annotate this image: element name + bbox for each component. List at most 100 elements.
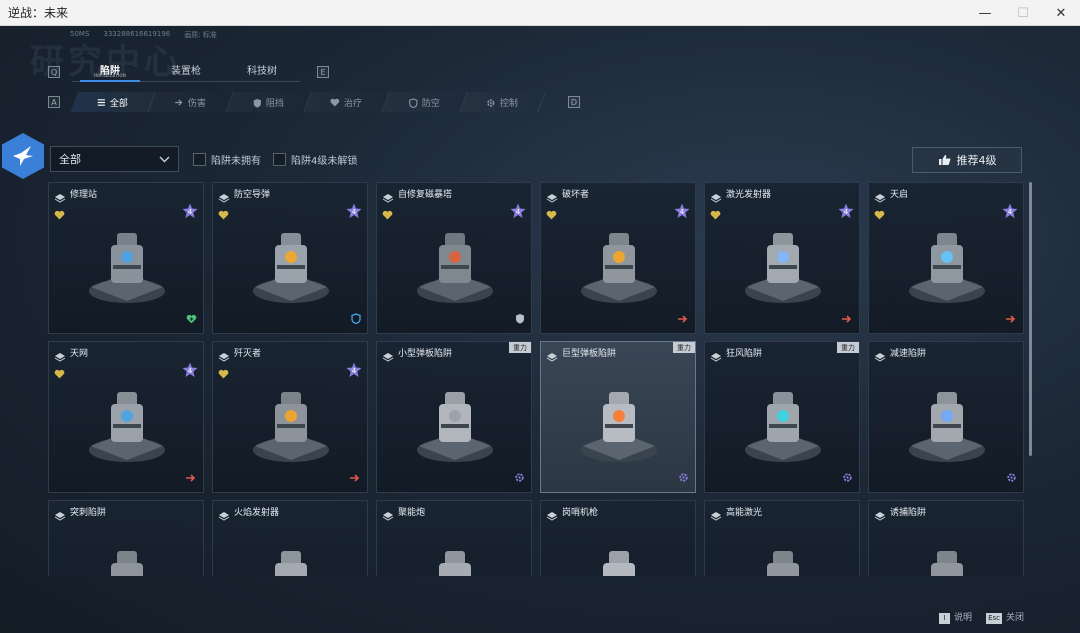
trap-artwork — [581, 392, 657, 462]
subtab-block-label: 阻挡 — [265, 98, 284, 109]
favorite-heart-icon — [54, 210, 65, 220]
level-star-number: 4 — [352, 208, 357, 216]
trap-card[interactable]: 小型弹板陷阱 重力 — [376, 341, 532, 493]
hint-info[interactable]: I 说明 — [939, 610, 972, 624]
trap-artwork — [581, 233, 657, 303]
trap-card[interactable]: 修理站 4 — [48, 182, 204, 334]
trap-type-icon — [710, 512, 722, 521]
gear-icon — [1007, 473, 1016, 482]
subtab-all[interactable]: 全部 — [70, 92, 156, 112]
trap-card[interactable]: 激光发射器 4 — [704, 182, 860, 334]
trap-card[interactable]: 破坏者 4 — [540, 182, 696, 334]
recommend-level4-button[interactable]: 推荐4级 — [912, 147, 1022, 173]
level-star-number: 4 — [188, 367, 193, 375]
subtab-damage[interactable]: 伤害 — [148, 92, 234, 112]
main-tabs: 陷阱 INSTALLATION 装置枪 科技树 — [72, 58, 300, 82]
bottom-hints: I 说明 Esc 关闭 — [939, 610, 1024, 624]
trap-name: 激光发射器 — [726, 190, 772, 200]
trap-type-icon — [54, 353, 66, 362]
trap-type-icon — [874, 194, 886, 203]
level-star-badge: 4 — [346, 203, 362, 223]
trap-card[interactable]: 岗哨机枪 — [540, 500, 696, 576]
trap-name: 高能激光 — [726, 508, 763, 518]
trap-type-icon — [54, 194, 66, 203]
trap-card[interactable]: 火焰发射器 — [212, 500, 368, 576]
dropdown-value: 全部 — [59, 153, 81, 166]
key-q-hint: Q — [48, 66, 60, 78]
trap-name: 诱捕陷阱 — [890, 508, 927, 518]
filter-level4-label: 陷阱4级未解锁 — [291, 156, 358, 167]
trap-card[interactable]: 狂风陷阱 重力 — [704, 341, 860, 493]
gear-icon — [515, 473, 524, 482]
level-star-badge: 4 — [346, 362, 362, 382]
level-star-number: 4 — [516, 208, 521, 216]
trap-card[interactable]: 歼灭者 4 — [212, 341, 368, 493]
gravity-tag: 重力 — [837, 342, 859, 353]
trap-name: 突刺陷阱 — [70, 508, 107, 518]
checkbox-level4-locked[interactable] — [273, 153, 286, 166]
hint-close-label: 关闭 — [1005, 613, 1024, 623]
tab-traps[interactable]: 陷阱 INSTALLATION — [72, 58, 148, 82]
hint-info-key: I — [939, 612, 951, 624]
trap-type-icon — [382, 512, 394, 521]
trap-type-icon — [218, 194, 230, 203]
heal-icon — [186, 314, 197, 324]
trap-card[interactable]: 减速陷阱 — [868, 341, 1024, 493]
trap-name: 减速陷阱 — [890, 349, 927, 359]
tab-device-guns-label: 装置枪 — [171, 66, 201, 77]
trap-name: 狂风陷阱 — [726, 349, 763, 359]
quality-text: 画质: 标准 — [184, 30, 217, 40]
filter-unowned[interactable]: 陷阱未拥有 — [193, 152, 261, 167]
trap-card[interactable]: 高能激光 — [704, 500, 860, 576]
trap-card[interactable]: 聚能炮 — [376, 500, 532, 576]
key-a-hint: A — [48, 96, 60, 108]
trap-card[interactable]: 防空导弹 4 — [212, 182, 368, 334]
close-window-button[interactable]: ✕ — [1042, 0, 1080, 26]
hint-close[interactable]: Esc 关闭 — [986, 610, 1024, 624]
tab-tech-tree[interactable]: 科技树 — [224, 58, 300, 82]
category-dropdown[interactable]: 全部 — [50, 146, 179, 172]
window-title: 逆战：未来 — [8, 6, 69, 20]
heal-icon — [331, 98, 340, 106]
checkbox-unowned[interactable] — [193, 153, 206, 166]
tab-traps-sublabel: INSTALLATION — [93, 73, 127, 78]
level-star-number: 4 — [844, 208, 849, 216]
player-id-text: 333288616619196 — [103, 30, 171, 38]
hint-info-label: 说明 — [954, 613, 973, 623]
trap-type-icon — [54, 512, 66, 521]
trap-card[interactable]: 诱捕陷阱 — [868, 500, 1024, 576]
subtab-air-defense[interactable]: 防空 — [382, 92, 468, 112]
trap-name: 聚能炮 — [398, 508, 426, 518]
grid-scrollbar[interactable] — [1029, 182, 1032, 456]
subtab-control[interactable]: 控制 — [460, 92, 546, 112]
favorite-heart-icon — [546, 210, 557, 220]
subtab-heal[interactable]: 治疗 — [304, 92, 390, 112]
trap-card[interactable]: 天网 4 — [48, 341, 204, 493]
trap-card[interactable]: 突刺陷阱 — [48, 500, 204, 576]
level-star-number: 4 — [1008, 208, 1013, 216]
trap-card[interactable]: 天启 4 — [868, 182, 1024, 334]
trap-type-icon — [382, 353, 394, 362]
gravity-tag: 重力 — [673, 342, 695, 353]
trap-card[interactable]: 自修复磁暴塔 4 — [376, 182, 532, 334]
trap-artwork — [931, 551, 963, 576]
trap-type-icon — [218, 353, 230, 362]
trap-artwork — [745, 233, 821, 303]
trap-name: 自修复磁暴塔 — [398, 190, 453, 200]
subtab-block[interactable]: 阻挡 — [226, 92, 312, 112]
game-viewport: 研究中心 50MS 333288616619196 画质: 标准 Q 陷阱 IN… — [0, 26, 1080, 633]
trap-name: 天启 — [890, 190, 909, 200]
minimize-button[interactable]: — — [966, 0, 1004, 26]
arrow-right-icon — [186, 474, 196, 482]
trap-type-icon — [546, 512, 558, 521]
shield-icon — [516, 314, 524, 324]
trap-card[interactable]: 巨型弹板陷阱 重力 — [540, 341, 696, 493]
trap-type-icon — [710, 353, 722, 362]
tab-device-guns[interactable]: 装置枪 — [148, 58, 224, 82]
arrow-right-icon — [1006, 315, 1016, 323]
filter-level4-locked[interactable]: 陷阱4级未解锁 — [273, 152, 357, 167]
trap-artwork — [253, 392, 329, 462]
maximize-button[interactable]: ☐ — [1004, 0, 1042, 26]
tab-tech-tree-label: 科技树 — [247, 66, 277, 77]
game-logo — [2, 133, 44, 179]
